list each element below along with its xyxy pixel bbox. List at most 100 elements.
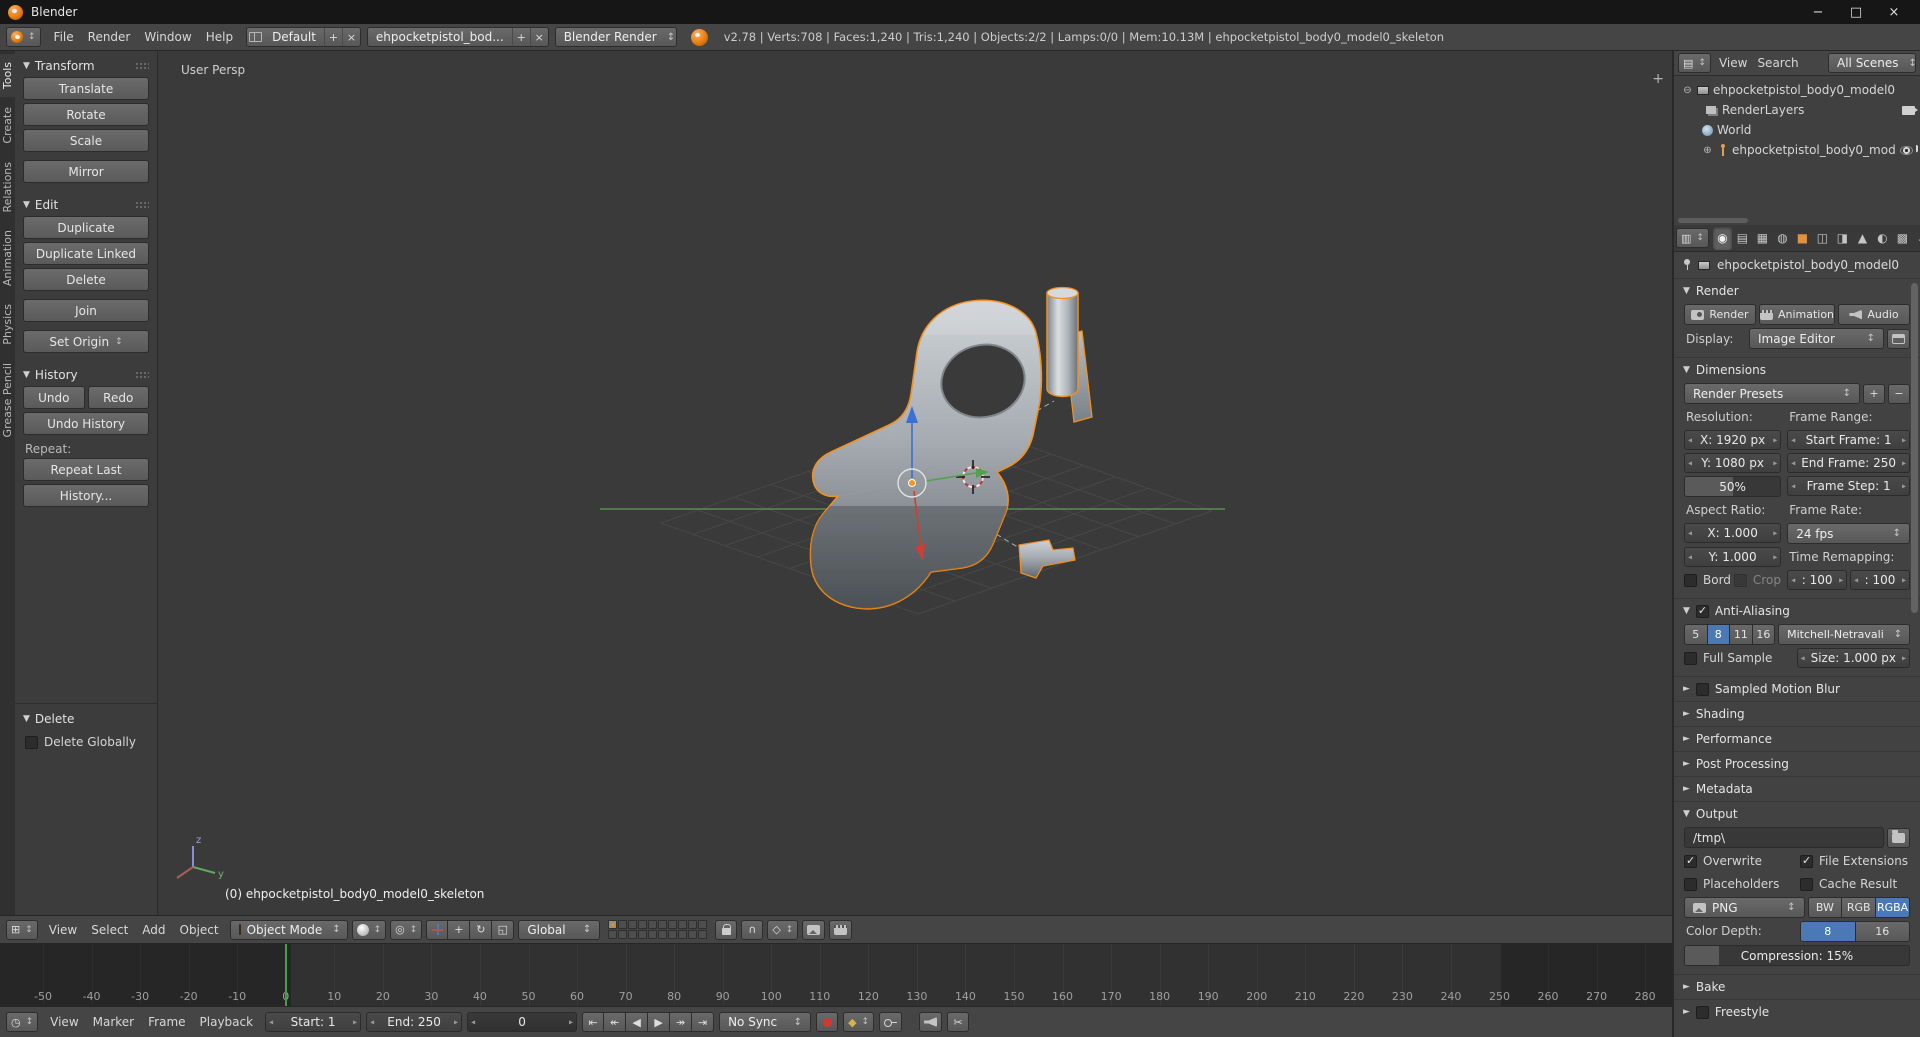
layer-toggle-12[interactable] <box>618 930 628 939</box>
channels-rgb[interactable]: RGB <box>1842 897 1877 918</box>
outliner-display-select[interactable]: All Scenes <box>1828 53 1916 73</box>
panel-header-history[interactable]: ▼ History <box>15 362 157 386</box>
end-frame-field[interactable]: End Frame: 250 <box>1787 453 1910 473</box>
aspect-x-field[interactable]: X: 1.000 <box>1684 523 1782 543</box>
properties-tab-constraints[interactable]: ◫ <box>1813 227 1832 250</box>
border-checkbox[interactable] <box>1684 573 1697 587</box>
crop-option[interactable]: Crop <box>1733 570 1781 590</box>
pistol-model[interactable] <box>800 286 1093 622</box>
resolution-y-field[interactable]: Y: 1080 px <box>1684 453 1782 473</box>
duplicate-button[interactable]: Duplicate <box>23 216 149 239</box>
menu-view[interactable]: View <box>42 920 84 940</box>
menu-search[interactable]: Search <box>1752 53 1803 73</box>
placeholders-checkbox[interactable] <box>1684 877 1697 891</box>
renderable-icon[interactable] <box>1902 105 1918 115</box>
mirror-button[interactable]: Mirror <box>23 160 149 183</box>
rotate-manipulator-toggle[interactable]: ↻ <box>470 919 493 940</box>
selectability-icon[interactable] <box>1915 144 1918 156</box>
pistol-bracket-part[interactable] <box>1018 539 1076 579</box>
layer-toggle-5[interactable] <box>648 920 658 929</box>
full-sample-option[interactable]: Full Sample <box>1684 648 1791 668</box>
opengl-render-anim-button[interactable] <box>829 919 853 940</box>
layer-toggle-1[interactable] <box>608 920 618 929</box>
panel-header-shading[interactable]: ► Shading <box>1674 702 1920 726</box>
layer-toggle-15[interactable] <box>648 930 658 939</box>
time-remap-new-field[interactable]: : 100 <box>1850 570 1910 590</box>
freestyle-checkbox[interactable] <box>1695 1005 1709 1019</box>
panel-header-render[interactable]: ▼ Render <box>1674 279 1920 303</box>
aa-samples-8[interactable]: 8 <box>1707 624 1731 645</box>
transport-jump-to-next-keyframe[interactable]: ↠ <box>670 1012 693 1032</box>
editor-type-button[interactable]: ▤ <box>1678 53 1711 73</box>
output-option-placeholders[interactable]: Placeholders <box>1684 874 1794 894</box>
layer-toggle-13[interactable] <box>628 930 638 939</box>
properties-tab-scene[interactable]: ▦ <box>1753 227 1772 250</box>
drag-grip-icon[interactable] <box>135 61 149 71</box>
border-option[interactable]: Bord <box>1684 570 1731 590</box>
add-layout-button[interactable]: + <box>323 28 342 46</box>
time-remap-old-field[interactable]: : 100 <box>1787 570 1848 590</box>
object-origin[interactable] <box>908 479 916 487</box>
auto-keyframe-record-button[interactable] <box>816 1012 839 1032</box>
transport-play-reverse[interactable]: ◀ <box>626 1012 649 1032</box>
output-option-file-extensions[interactable]: File Extensions <box>1800 851 1910 871</box>
history-button[interactable]: History... <box>23 484 149 507</box>
aa-samples-11[interactable]: 11 <box>1730 624 1753 645</box>
panel-header-post-processing[interactable]: ► Post Processing <box>1674 752 1920 776</box>
opengl-render-button[interactable] <box>802 919 826 940</box>
editor-type-button[interactable]: ▥ <box>1676 228 1709 248</box>
layer-toggle-17[interactable] <box>668 930 678 939</box>
outliner-item-scene[interactable]: ⊖ ehpocketpistol_body0_model0 <box>1676 80 1918 100</box>
add-scene-button[interactable]: + <box>511 28 530 46</box>
panel-header-transform[interactable]: ▼ Transform <box>15 53 157 77</box>
color-depth-8[interactable]: 8 <box>1800 921 1856 942</box>
sampled-motion-blur-checkbox[interactable] <box>1695 682 1709 696</box>
orientation-select[interactable]: Global <box>518 919 601 940</box>
menu-marker[interactable]: Marker <box>86 1012 141 1032</box>
shelf-tab-animation[interactable]: Animation <box>0 222 15 294</box>
filter-size-field[interactable]: Size: 1.000 px <box>1796 648 1910 668</box>
menu-playback[interactable]: Playback <box>193 1012 261 1032</box>
color-depth-16[interactable]: 16 <box>1855 921 1910 942</box>
properties-tab-world[interactable]: ◍ <box>1773 227 1792 250</box>
file-extensions-checkbox[interactable] <box>1800 854 1813 868</box>
transport-jump-to-prev-keyframe[interactable]: ↞ <box>604 1012 627 1032</box>
panel-header-output[interactable]: ▼ Output <box>1674 802 1920 826</box>
properties-tab-particles[interactable]: ∴ <box>1913 227 1920 250</box>
transport-jump-to-start[interactable]: ⇤ <box>582 1012 605 1032</box>
anti-aliasing-checkbox[interactable] <box>1695 604 1709 618</box>
drag-grip-icon[interactable] <box>135 370 149 380</box>
layer-toggle-18[interactable] <box>678 930 688 939</box>
resolution-x-field[interactable]: X: 1920 px <box>1684 430 1782 450</box>
keying-set-select[interactable]: ◆ <box>843 1012 875 1032</box>
transport-play[interactable]: ▶ <box>648 1012 671 1032</box>
layer-toggle-16[interactable] <box>658 930 668 939</box>
aspect-y-field[interactable]: Y: 1.000 <box>1684 547 1782 567</box>
shelf-tab-tools[interactable]: Tools <box>0 54 15 98</box>
compression-slider[interactable]: Compression: 15% <box>1684 945 1910 966</box>
layer-toggle-9[interactable] <box>688 920 698 929</box>
viewport-canvas-area[interactable]: z y User Persp (0) ehpocketpistol_body0_… <box>0 51 1672 915</box>
shelf-tab-physics[interactable]: Physics <box>0 296 15 353</box>
scene-selector[interactable]: ehpocketpistol_bod... + × <box>366 27 549 47</box>
undo-history-button[interactable]: Undo History <box>23 412 149 435</box>
delete-scene-button[interactable]: × <box>529 28 548 46</box>
join-button[interactable]: Join <box>23 299 149 322</box>
transport-jump-to-end[interactable]: ⇥ <box>692 1012 715 1032</box>
delete-button[interactable]: Delete <box>23 268 149 291</box>
panel-header-performance[interactable]: ► Performance <box>1674 727 1920 751</box>
pivot-select[interactable]: ◎ <box>390 919 423 940</box>
panel-header-anti-aliasing[interactable]: ▼ Anti-Aliasing <box>1674 599 1920 623</box>
layer-toggle-19[interactable] <box>688 930 698 939</box>
drag-grip-icon[interactable] <box>135 200 149 210</box>
shelf-tab-create[interactable]: Create <box>0 99 15 152</box>
outliner-item-armature[interactable]: ⊕ ehpocketpistol_body0_mod <box>1676 140 1918 160</box>
menu-add[interactable]: Add <box>135 920 172 940</box>
render-button[interactable]: Render <box>1684 304 1756 325</box>
screen-layout-selector[interactable]: Default + × <box>246 27 361 47</box>
crop-checkbox[interactable] <box>1733 573 1747 587</box>
viewport-shading-select[interactable] <box>351 919 387 940</box>
layer-toggle-14[interactable] <box>638 930 648 939</box>
repeat-last-button[interactable]: Repeat Last <box>23 458 149 481</box>
frame-step-field[interactable]: Frame Step: 1 <box>1787 476 1910 496</box>
